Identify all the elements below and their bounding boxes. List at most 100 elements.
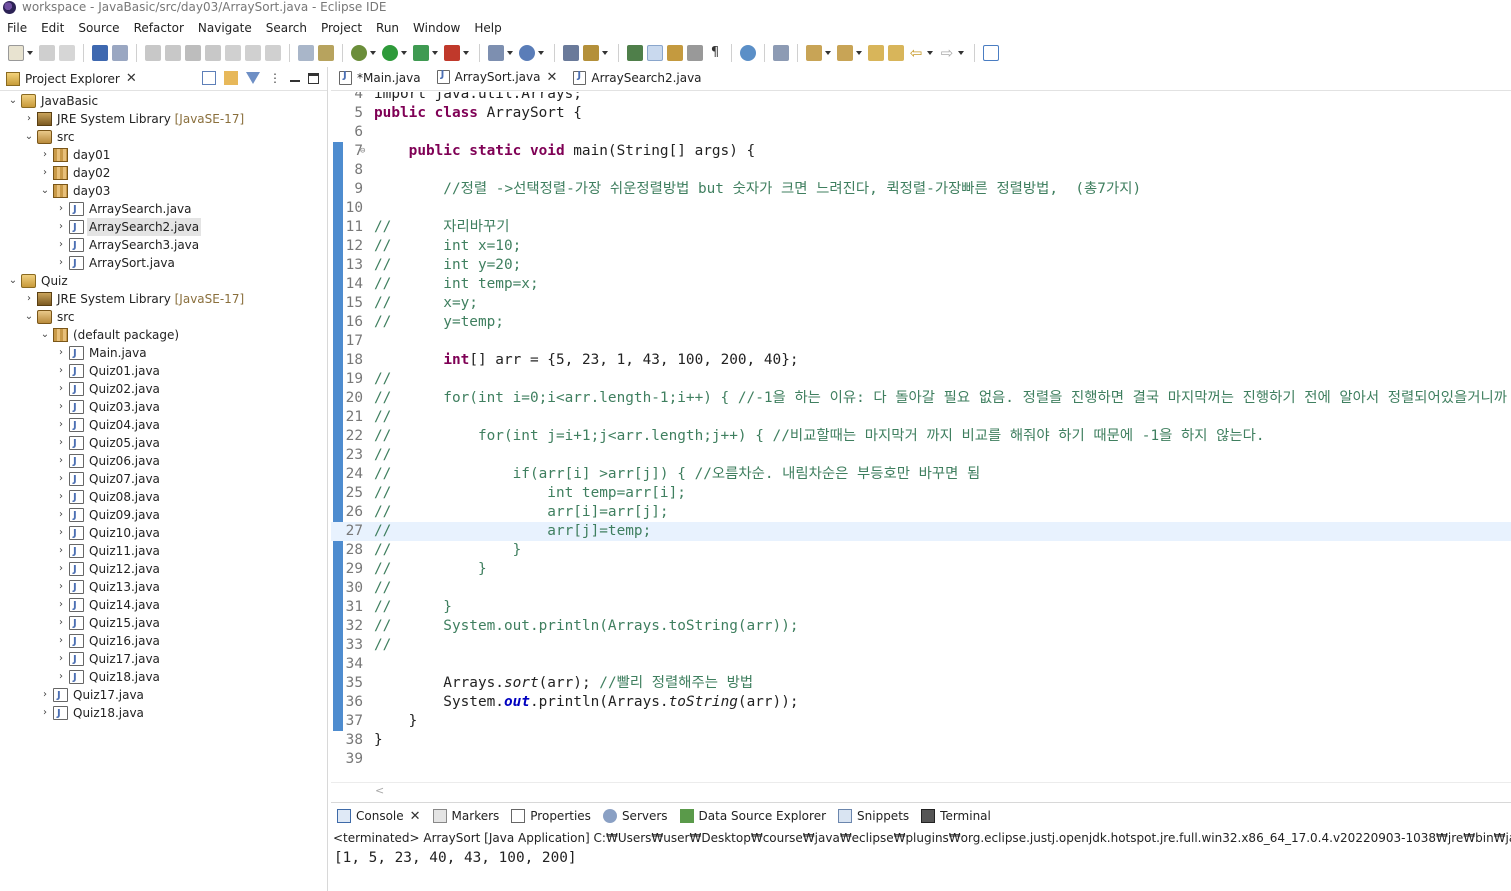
code-line[interactable]: 22 // for(int j=i+1;j<arr.length;j++) { /… — [331, 427, 1511, 446]
tab-properties[interactable]: Properties — [505, 803, 597, 829]
code-line[interactable]: 4 import java.util.Arrays; — [331, 92, 1511, 104]
code-line[interactable]: 6 — [331, 123, 1511, 142]
code-line[interactable]: 34 — [331, 655, 1511, 674]
code-line[interactable]: 29 // } — [331, 560, 1511, 579]
link-with-editor-icon[interactable] — [224, 71, 238, 85]
tree-item[interactable]: › Quiz09.java — [0, 506, 327, 525]
tree-item[interactable]: ⌄ (default package) — [0, 326, 327, 344]
show-whitespace-icon[interactable] — [687, 45, 703, 61]
menu-search[interactable]: Search — [259, 21, 314, 35]
tree-item[interactable]: ⌄ src — [0, 308, 327, 326]
code-line[interactable]: 28 // } — [331, 541, 1511, 560]
tree-item[interactable]: ⌄ JavaBasic — [0, 92, 327, 110]
tree-item[interactable]: › Quiz05.java — [0, 434, 327, 453]
coverage-icon[interactable] — [413, 45, 429, 61]
tree-item[interactable]: › Main.java — [0, 344, 327, 363]
code-line[interactable]: 19 // — [331, 370, 1511, 389]
code-line[interactable]: 27 // arr[j]=temp; — [331, 522, 1511, 541]
code-line[interactable]: 12 // int x=10; — [331, 237, 1511, 256]
chevron-right-icon[interactable]: › — [56, 650, 66, 668]
tab-data-source-explorer[interactable]: Data Source Explorer — [674, 803, 832, 829]
editor-tab-arraysearch2[interactable]: ArraySearch2.java — [565, 66, 709, 90]
code-line[interactable]: 7 ⊖ public static void main(String[] args… — [331, 142, 1511, 161]
back-icon[interactable]: ⇦ — [908, 45, 924, 61]
code-line[interactable]: 15 // x=y; — [331, 294, 1511, 313]
chevron-right-icon[interactable]: › — [56, 362, 66, 380]
tab-snippets[interactable]: Snippets — [832, 803, 915, 829]
new-icon[interactable] — [8, 45, 24, 61]
code-line[interactable]: 39 — [331, 750, 1511, 769]
code-line[interactable]: 20 // for(int i=0;i<arr.length-1;i++) { /… — [331, 389, 1511, 408]
chevron-right-icon[interactable]: › — [56, 542, 66, 560]
chevron-right-icon[interactable]: › — [56, 632, 66, 650]
tree-item[interactable]: › Quiz14.java — [0, 596, 327, 615]
tree-item[interactable]: › Quiz04.java — [0, 416, 327, 435]
tab-servers[interactable]: Servers — [597, 803, 674, 829]
menu-file[interactable]: File — [0, 21, 34, 35]
code-line[interactable]: 16 // y=temp; — [331, 313, 1511, 332]
disconnect-icon[interactable] — [205, 45, 221, 61]
chevron-right-icon[interactable]: › — [24, 110, 34, 128]
debug-icon[interactable] — [351, 45, 367, 61]
chevron-down-icon[interactable]: ⌄ — [24, 308, 34, 326]
chevron-right-icon[interactable]: › — [56, 596, 66, 614]
chevron-right-icon[interactable]: › — [24, 290, 34, 308]
menu-project[interactable]: Project — [314, 21, 369, 35]
menu-source[interactable]: Source — [71, 21, 126, 35]
scroll-left-icon[interactable]: < — [375, 784, 384, 797]
code-line[interactable]: 37 } — [331, 712, 1511, 731]
tree-item[interactable]: › day02 — [0, 164, 327, 182]
tree-item[interactable]: › Quiz17.java — [0, 686, 327, 705]
skip-breakpoints-icon[interactable] — [112, 45, 128, 61]
tree-item[interactable]: › Quiz08.java — [0, 488, 327, 507]
run-icon[interactable] — [382, 45, 398, 61]
open-type-icon[interactable] — [563, 45, 579, 61]
mark-occurrences-icon[interactable] — [647, 45, 663, 61]
chevron-right-icon[interactable]: › — [40, 686, 50, 704]
next-annotation-dropdown-icon[interactable] — [825, 51, 831, 55]
close-icon[interactable]: ✕ — [126, 71, 137, 86]
tree-item[interactable]: › ArraySearch.java — [0, 200, 327, 219]
view-menu-icon[interactable]: ⋮ — [268, 71, 282, 85]
pilcrow-icon[interactable]: ¶ — [707, 45, 723, 61]
toggle-block-icon[interactable] — [298, 45, 314, 61]
external-tools-dropdown-icon[interactable] — [463, 51, 469, 55]
menu-help[interactable]: Help — [467, 21, 508, 35]
horizontal-scrollbar[interactable]: < — [331, 782, 1511, 799]
code-line[interactable]: 14 // int temp=x; — [331, 275, 1511, 294]
annotation-icon[interactable] — [627, 45, 643, 61]
tree-item[interactable]: ⌄ Quiz — [0, 272, 327, 290]
project-explorer-tab[interactable]: Project Explorer ✕ — [0, 67, 143, 91]
chevron-right-icon[interactable]: › — [56, 578, 66, 596]
tree-item[interactable]: › Quiz10.java — [0, 524, 327, 543]
fold-icon[interactable]: ⊖ — [360, 142, 365, 161]
coverage-dropdown-icon[interactable] — [432, 51, 438, 55]
chevron-right-icon[interactable]: › — [56, 434, 66, 452]
code-line[interactable]: 33 // — [331, 636, 1511, 655]
code-line[interactable]: 8 — [331, 161, 1511, 180]
tree-item[interactable]: ⌄ day03 — [0, 182, 327, 200]
chevron-right-icon[interactable]: › — [56, 200, 66, 218]
code-line[interactable]: 35 Arrays.sort(arr); //빨리 정렬해주는 방법 — [331, 674, 1511, 693]
tree-item[interactable]: › Quiz12.java — [0, 560, 327, 579]
chevron-down-icon[interactable]: ⌄ — [40, 182, 50, 200]
code-line[interactable]: 32 // System.out.println(Arrays.toString(… — [331, 617, 1511, 636]
tree-item[interactable]: › Quiz06.java — [0, 452, 327, 471]
pin-editor-icon[interactable] — [773, 45, 789, 61]
chevron-right-icon[interactable]: › — [56, 488, 66, 506]
search-dropdown-icon[interactable] — [602, 51, 608, 55]
terminal-icon[interactable] — [92, 45, 108, 61]
tree-item[interactable]: › ArraySort.java — [0, 254, 327, 273]
chevron-down-icon[interactable]: ⌄ — [8, 272, 18, 290]
tree-item[interactable]: › Quiz13.java — [0, 578, 327, 597]
code-line[interactable]: 11 // 자리바꾸기 — [331, 218, 1511, 237]
resume-icon[interactable] — [145, 45, 161, 61]
last-edit-location-icon[interactable] — [868, 45, 884, 61]
chevron-right-icon[interactable]: › — [56, 344, 66, 362]
tree-item[interactable]: › Quiz15.java — [0, 614, 327, 633]
menu-refactor[interactable]: Refactor — [127, 21, 191, 35]
search-icon[interactable] — [583, 45, 599, 61]
code-line[interactable]: 21 // — [331, 408, 1511, 427]
code-line[interactable]: 5 public class ArraySort { — [331, 104, 1511, 123]
chevron-right-icon[interactable]: › — [40, 164, 50, 182]
